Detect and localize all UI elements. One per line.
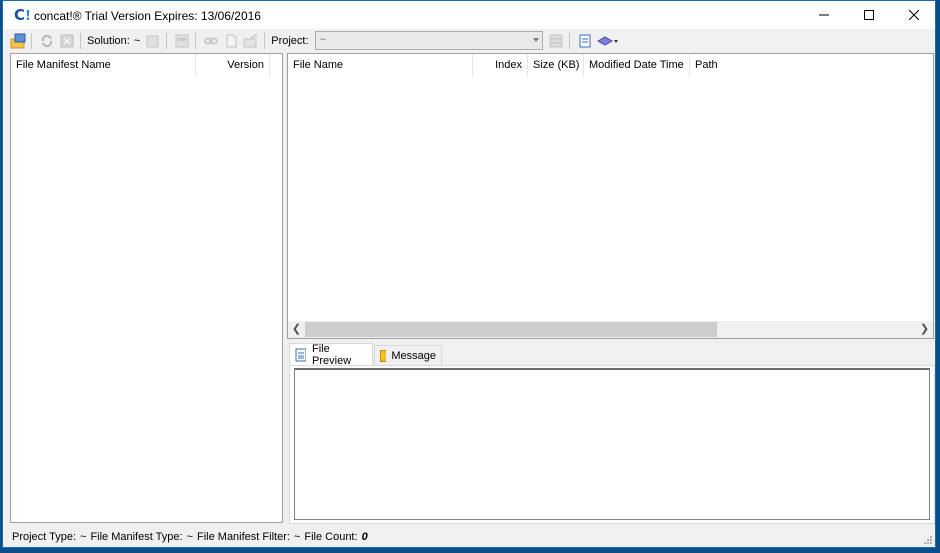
toolbar-separator	[31, 32, 32, 49]
file-manifest-list[interactable]: File Manifest Name Version	[10, 53, 283, 523]
document-icon	[295, 348, 307, 362]
maximize-button[interactable]	[846, 1, 892, 29]
file-preview-panel	[289, 365, 935, 524]
scroll-left-icon[interactable]: ❮	[288, 321, 305, 338]
properties-icon[interactable]	[173, 32, 191, 50]
minimize-icon	[819, 14, 829, 16]
tab-file-preview[interactable]: File Preview	[289, 343, 373, 367]
file-manifest-filter-value: ~	[293, 530, 301, 543]
link-icon[interactable]	[202, 32, 220, 50]
file-manifest-type-value: ~	[186, 530, 193, 543]
column-header-file-manifest-name[interactable]: File Manifest Name	[11, 54, 196, 76]
column-header-index[interactable]: Index	[473, 54, 528, 76]
file-count-value: 0	[361, 530, 368, 543]
toolbar-separator	[195, 32, 197, 49]
close-icon	[909, 10, 919, 20]
column-header-path[interactable]: Path	[690, 54, 810, 76]
solution-value: ~	[133, 34, 141, 47]
toolbar-separator	[568, 32, 570, 49]
file-manifest-filter-label: File Manifest Filter:	[197, 530, 290, 543]
chevron-down-icon	[532, 38, 539, 42]
scroll-right-icon[interactable]: ❯	[916, 321, 933, 338]
scrollbar-thumb[interactable]	[305, 322, 717, 337]
file-list[interactable]: File Name Index Size (KB) Modified Date …	[287, 53, 934, 339]
open-folder-icon[interactable]	[9, 32, 27, 50]
toolbar-separator	[166, 32, 168, 49]
close-solution-icon[interactable]	[58, 32, 76, 50]
tab-message-label: Message	[391, 349, 436, 362]
project-select[interactable]: ~	[314, 31, 543, 50]
app-logo-icon: C!	[14, 6, 31, 24]
resize-grip-icon[interactable]	[923, 535, 933, 545]
list-icon[interactable]	[547, 32, 565, 50]
message-icon	[380, 349, 387, 362]
toolbar: Solution: ~ Project: ~	[3, 29, 935, 52]
project-select-value: ~	[319, 34, 326, 46]
file-manifest-header: File Manifest Name Version	[11, 54, 282, 76]
edit-icon[interactable]	[144, 32, 162, 50]
status-bar: Project Type: ~ File Manifest Type: ~ Fi…	[3, 526, 935, 547]
export-folder-icon[interactable]	[242, 32, 260, 50]
horizontal-scrollbar[interactable]: ❮ ❯	[288, 321, 933, 338]
maximize-icon	[864, 10, 874, 20]
layers-dropdown-icon[interactable]	[596, 32, 620, 50]
column-header-size[interactable]: Size (KB)	[528, 54, 584, 76]
project-type-value: ~	[80, 530, 87, 543]
column-header-version[interactable]: Version	[196, 54, 270, 76]
close-button[interactable]	[891, 1, 937, 29]
project-type-label: Project Type:	[12, 530, 76, 543]
app-window: C! concat!® Trial Version Expires: 13/06…	[2, 0, 936, 548]
toolbar-separator	[264, 32, 266, 49]
file-manifest-type-label: File Manifest Type:	[90, 530, 183, 543]
title-bar: C! concat!® Trial Version Expires: 13/06…	[3, 1, 935, 29]
file-preview-textbox[interactable]	[294, 368, 930, 520]
tab-message[interactable]: Message	[374, 345, 442, 365]
column-header-modified-date-time[interactable]: Modified Date Time	[584, 54, 690, 76]
refresh-icon[interactable]	[38, 32, 56, 50]
project-label: Project:	[271, 34, 309, 47]
tab-file-preview-label: File Preview	[312, 343, 352, 367]
file-count-label: File Count:	[304, 530, 358, 543]
toolbar-separator	[80, 32, 81, 49]
solution-label: Solution:	[87, 34, 130, 47]
file-list-header: File Name Index Size (KB) Modified Date …	[288, 54, 933, 76]
window-title: concat!® Trial Version Expires: 13/06/20…	[34, 9, 261, 23]
column-header-file-name[interactable]: File Name	[288, 54, 473, 76]
document-icon[interactable]	[576, 32, 594, 50]
minimize-button[interactable]	[801, 1, 847, 29]
new-file-icon[interactable]	[222, 32, 240, 50]
